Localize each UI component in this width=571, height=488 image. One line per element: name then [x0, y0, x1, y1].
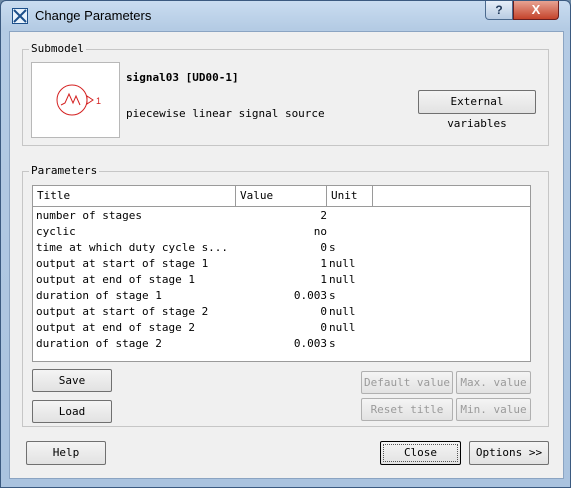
min-value-button[interactable]: Min. value: [456, 398, 531, 421]
param-unit: s: [329, 289, 336, 302]
table-row[interactable]: output at end of stage 2 0 null: [33, 320, 530, 336]
help-button[interactable]: Help: [26, 441, 106, 465]
table-header: Title Value Unit: [33, 186, 530, 207]
parameters-table: Title Value Unit number of stages 2 cycl…: [32, 185, 531, 362]
param-unit: s: [329, 337, 336, 350]
table-row[interactable]: number of stages 2: [33, 208, 530, 224]
help-icon[interactable]: ?: [485, 1, 513, 20]
param-value: 0: [320, 321, 327, 334]
close-button[interactable]: Close: [380, 441, 461, 465]
param-title: duration of stage 1: [36, 289, 162, 302]
window-title: Change Parameters: [35, 8, 152, 23]
change-parameters-dialog: Change Parameters ? X Submodel 1 signal0…: [0, 0, 571, 488]
max-value-button[interactable]: Max. value: [456, 371, 531, 394]
dialog-body: Submodel 1 signal03 [UD00-1] piecewise l…: [9, 31, 564, 479]
save-button[interactable]: Save: [32, 369, 112, 392]
column-unit[interactable]: Unit: [327, 186, 373, 206]
table-row[interactable]: output at start of stage 2 0 null: [33, 304, 530, 320]
default-value-button[interactable]: Default value: [361, 371, 453, 394]
table-row[interactable]: duration of stage 2 0.003 s: [33, 336, 530, 352]
table-row[interactable]: output at start of stage 1 1 null: [33, 256, 530, 272]
param-title: output at start of stage 1: [36, 257, 209, 270]
param-value: 0: [320, 305, 327, 318]
submodel-group-label: Submodel: [29, 42, 86, 55]
reset-title-button[interactable]: Reset title: [361, 398, 453, 421]
param-value: 0: [320, 241, 327, 254]
column-value[interactable]: Value: [236, 186, 327, 206]
column-title[interactable]: Title: [33, 186, 236, 206]
param-title: time at which duty cycle s...: [36, 241, 229, 254]
param-title: output at start of stage 2: [36, 305, 209, 318]
param-value: 1: [320, 273, 327, 286]
param-unit: null: [329, 273, 356, 286]
param-unit: null: [329, 305, 356, 318]
submodel-symbol: 1: [31, 62, 120, 138]
title-bar[interactable]: Change Parameters ? X: [1, 1, 570, 31]
close-icon[interactable]: X: [513, 1, 559, 20]
param-title: output at end of stage 1: [36, 273, 195, 286]
param-title: duration of stage 2: [36, 337, 162, 350]
param-title: output at end of stage 2: [36, 321, 195, 334]
param-unit: null: [329, 321, 356, 334]
options-button[interactable]: Options >>: [469, 441, 549, 465]
table-row[interactable]: time at which duty cycle s... 0 s: [33, 240, 530, 256]
param-value: 2: [320, 209, 327, 222]
param-unit: null: [329, 257, 356, 270]
submodel-description: piecewise linear signal source: [126, 107, 325, 120]
submodel-group: Submodel 1 signal03 [UD00-1] piecewise l…: [22, 42, 549, 146]
parameters-group: Parameters Title Value Unit number of st…: [22, 164, 549, 427]
table-row[interactable]: output at end of stage 1 1 null: [33, 272, 530, 288]
external-variables-button[interactable]: External variables: [418, 90, 536, 130]
submodel-name: signal03 [UD00-1]: [126, 71, 239, 84]
param-value: no: [313, 225, 327, 238]
param-value: 0.003: [293, 337, 327, 350]
param-value: 1: [320, 257, 327, 270]
param-value: 0.003: [293, 289, 327, 302]
param-title: cyclic: [36, 225, 76, 238]
param-unit: s: [329, 241, 336, 254]
param-title: number of stages: [36, 209, 142, 222]
parameters-group-label: Parameters: [29, 164, 100, 177]
table-row[interactable]: duration of stage 1 0.003 s: [33, 288, 530, 304]
port-label: 1: [96, 96, 101, 106]
table-row[interactable]: cyclic no: [33, 224, 530, 240]
app-icon: [12, 8, 28, 24]
load-button[interactable]: Load: [32, 400, 112, 423]
